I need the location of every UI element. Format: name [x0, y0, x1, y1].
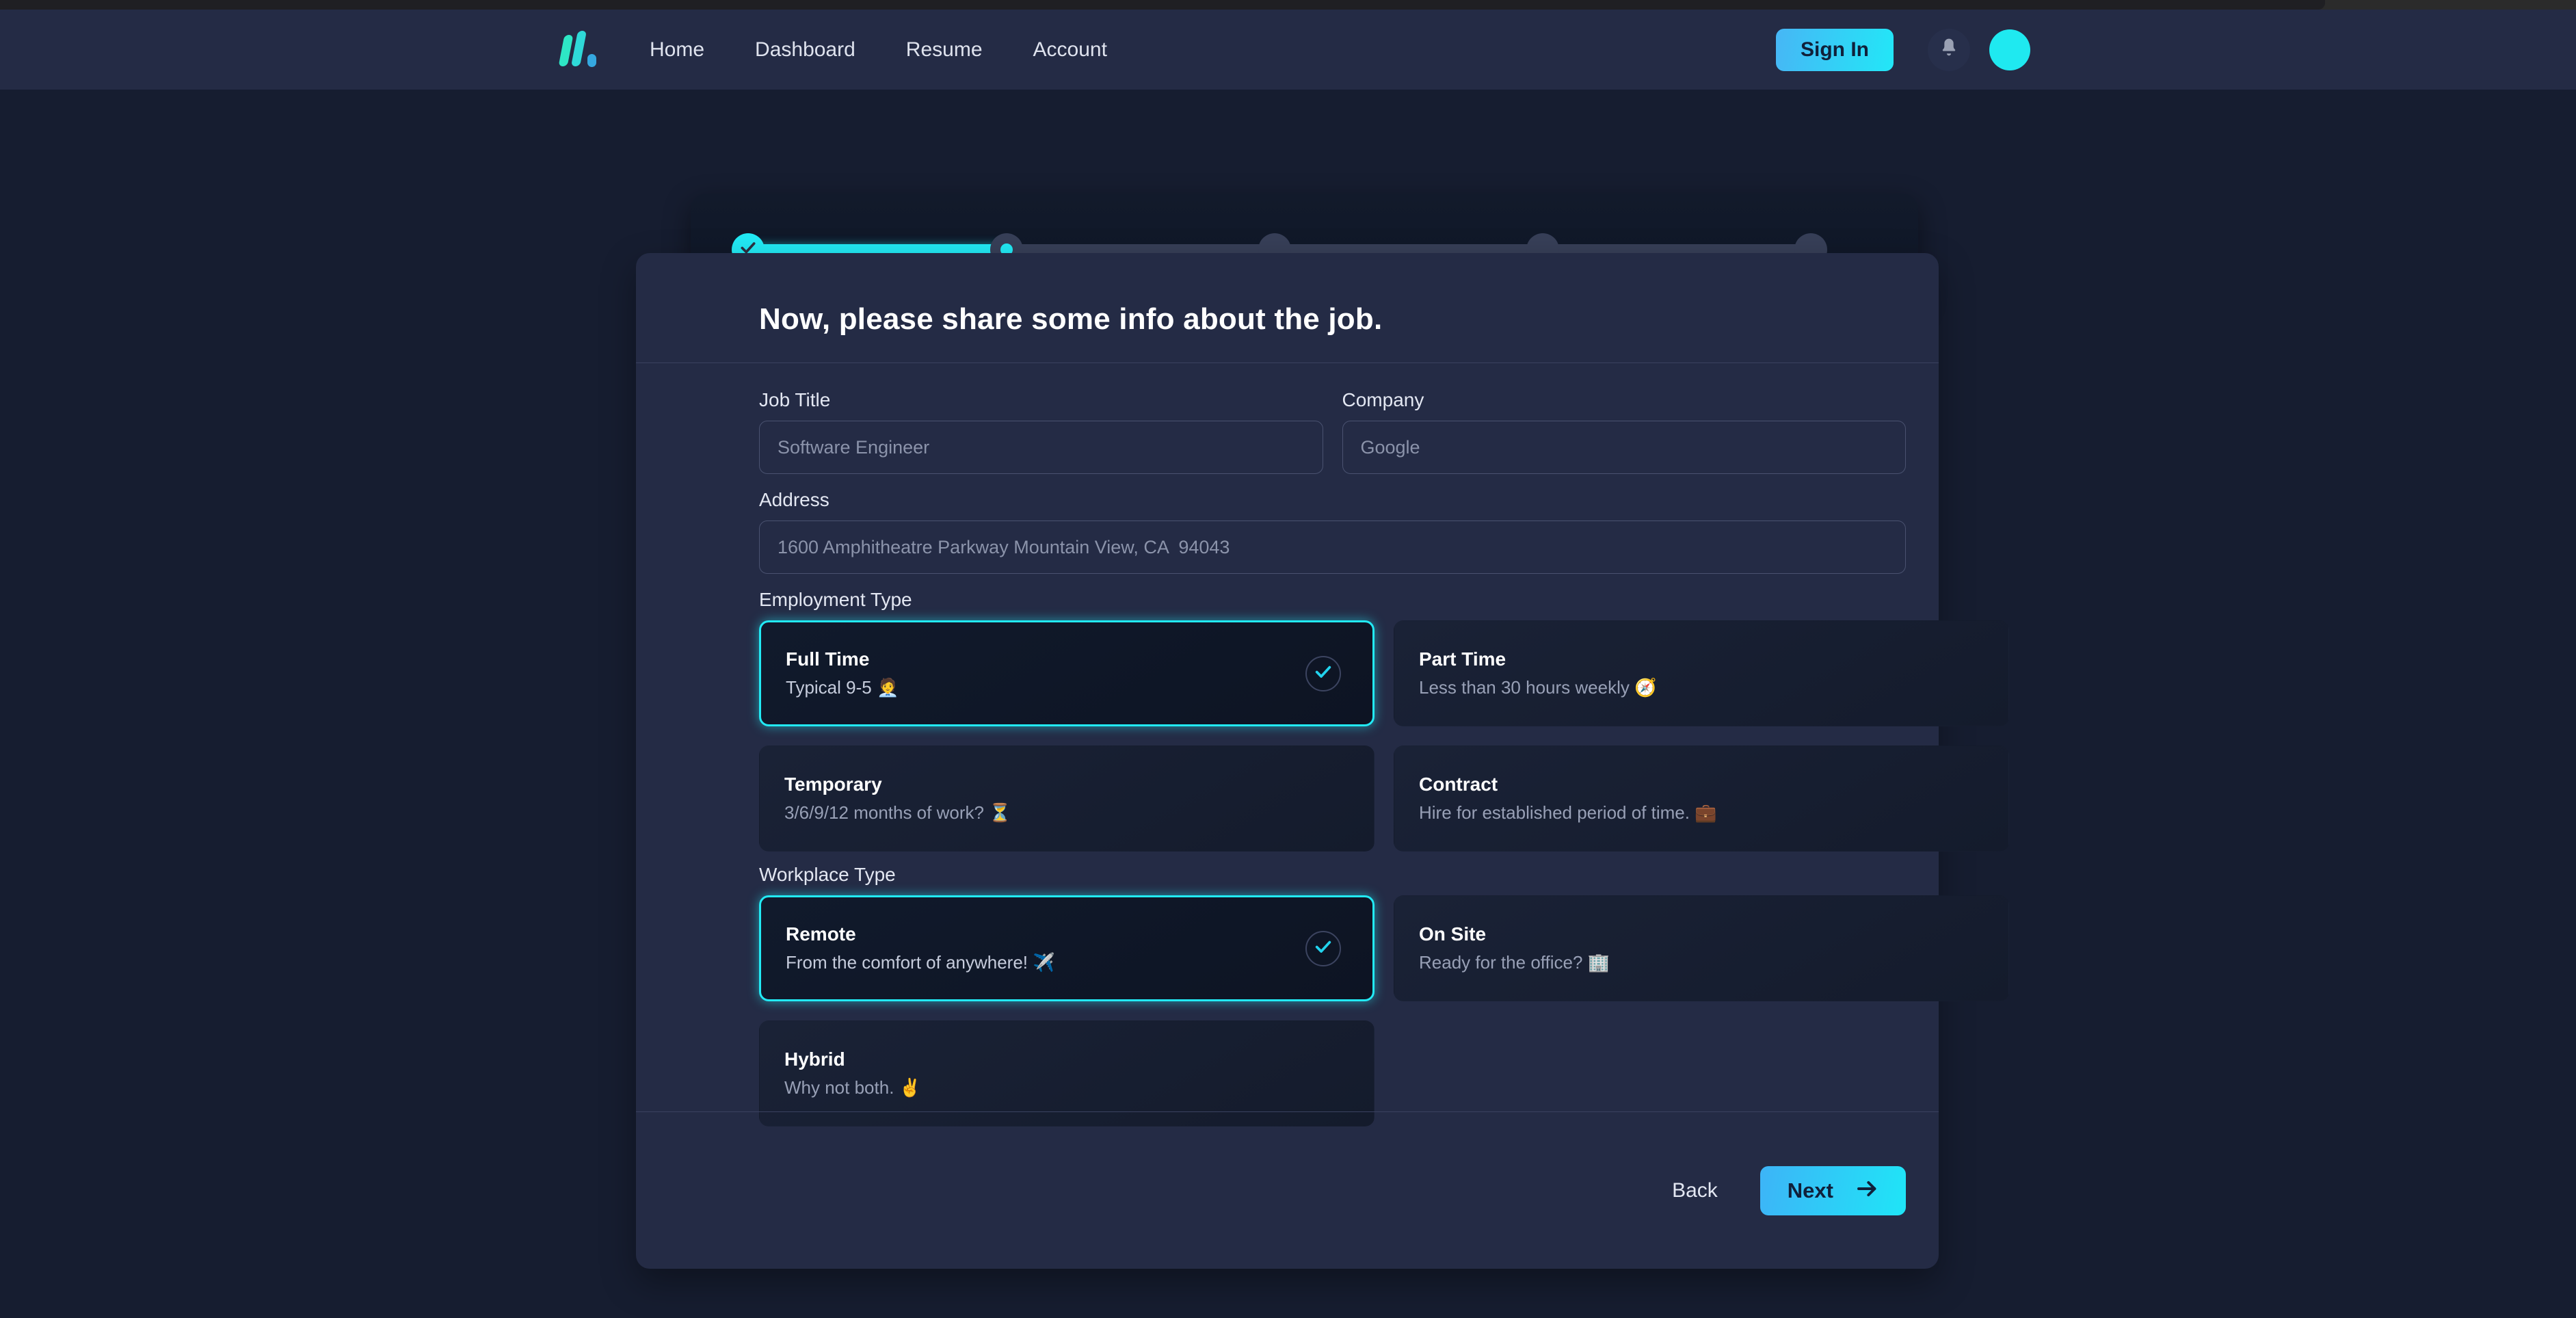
next-button[interactable]: Next: [1760, 1165, 1906, 1215]
workplace-type-label: Workplace Type: [759, 864, 896, 885]
card-body: Job Title Company Address Employment Typ…: [636, 363, 2009, 1126]
employment-type-label: Employment Type: [759, 589, 912, 610]
option-subtitle: Hire for established period of time. 💼: [1419, 802, 1717, 823]
selected-check-badge: [1305, 655, 1341, 691]
bell-icon: [1938, 37, 1960, 62]
selected-check-badge: [1305, 930, 1341, 966]
card-header: Now, please share some info about the jo…: [636, 253, 1939, 363]
option-subtitle: Ready for the office? 🏢: [1419, 952, 1610, 973]
field-job-title: Job Title: [759, 389, 1323, 474]
option-temporary[interactable]: Temporary 3/6/9/12 months of work? ⏳: [759, 746, 1375, 852]
check-icon: [1314, 662, 1333, 685]
option-title: Contract: [1419, 774, 1498, 795]
logo-bar-1: [558, 34, 574, 66]
address-label: Address: [759, 489, 829, 510]
option-subtitle: Less than 30 hours weekly 🧭: [1419, 677, 1657, 698]
navbar-right: Sign In: [1776, 28, 2030, 71]
employment-type-options: Full Time Typical 9-5 🧑‍💼 Part Time Less…: [759, 620, 2009, 852]
notification-bell-button[interactable]: [1928, 28, 1970, 71]
navbar-left: Home Dashboard Resume Account: [558, 30, 1107, 69]
logo-bar-2: [570, 30, 587, 66]
option-part-time[interactable]: Part Time Less than 30 hours weekly 🧭: [1394, 620, 2009, 726]
navbar: Home Dashboard Resume Account Sign In: [0, 10, 2576, 90]
field-row-title-company: Job Title Company: [759, 389, 1906, 474]
option-hybrid[interactable]: Hybrid Why not both. ✌️: [759, 1020, 1375, 1126]
option-contract[interactable]: Contract Hire for established period of …: [1394, 746, 2009, 852]
option-full-time[interactable]: Full Time Typical 9-5 🧑‍💼: [759, 620, 1375, 726]
page-title: Now, please share some info about the jo…: [759, 302, 1383, 336]
job-title-input[interactable]: [759, 421, 1323, 474]
check-icon: [1314, 937, 1333, 960]
browser-chrome-strip: [0, 0, 2576, 10]
option-on-site[interactable]: On Site Ready for the office? 🏢: [1394, 895, 2009, 1001]
logo-icon[interactable]: [558, 30, 602, 69]
next-button-label: Next: [1787, 1178, 1833, 1202]
option-subtitle: Why not both. ✌️: [784, 1077, 922, 1098]
nav-link-home[interactable]: Home: [650, 38, 704, 62]
option-subtitle: From the comfort of anywhere! ✈️: [786, 952, 1055, 973]
nav-link-resume[interactable]: Resume: [906, 38, 983, 62]
job-info-card: Now, please share some info about the jo…: [636, 253, 2009, 1269]
option-remote[interactable]: Remote From the comfort of anywhere! ✈️: [759, 895, 1375, 1001]
option-subtitle: Typical 9-5 🧑‍💼: [786, 677, 899, 698]
option-subtitle: 3/6/9/12 months of work? ⏳: [784, 802, 1011, 823]
nav-link-account[interactable]: Account: [1033, 38, 1107, 62]
browser-tab-strip: [0, 0, 2325, 10]
field-company: Company: [1342, 389, 1906, 474]
card-footer: Back Next: [636, 1111, 1939, 1269]
company-input[interactable]: [1342, 421, 1906, 474]
logo-bar-3: [587, 53, 596, 67]
nav-links: Home Dashboard Resume Account: [650, 38, 1107, 62]
job-title-label: Job Title: [759, 389, 831, 410]
back-button[interactable]: Back: [1672, 1179, 1718, 1202]
option-title: On Site: [1419, 923, 1487, 945]
nav-link-dashboard[interactable]: Dashboard: [755, 38, 855, 62]
workplace-type-options: Remote From the comfort of anywhere! ✈️ …: [759, 895, 2009, 1126]
option-title: Part Time: [1419, 648, 1506, 670]
option-title: Remote: [786, 923, 856, 945]
option-title: Full Time: [786, 648, 870, 670]
footer-actions: Back Next: [636, 1112, 1939, 1269]
company-label: Company: [1342, 389, 1424, 410]
option-title: Temporary: [784, 774, 882, 795]
avatar[interactable]: [1989, 29, 2030, 70]
address-input[interactable]: [759, 520, 1906, 574]
arrow-right-icon: [1857, 1178, 1878, 1203]
field-address: Address: [759, 489, 1906, 574]
sign-in-button[interactable]: Sign In: [1776, 28, 1894, 71]
field-row-address: Address: [759, 489, 1906, 574]
option-title: Hybrid: [784, 1049, 845, 1070]
